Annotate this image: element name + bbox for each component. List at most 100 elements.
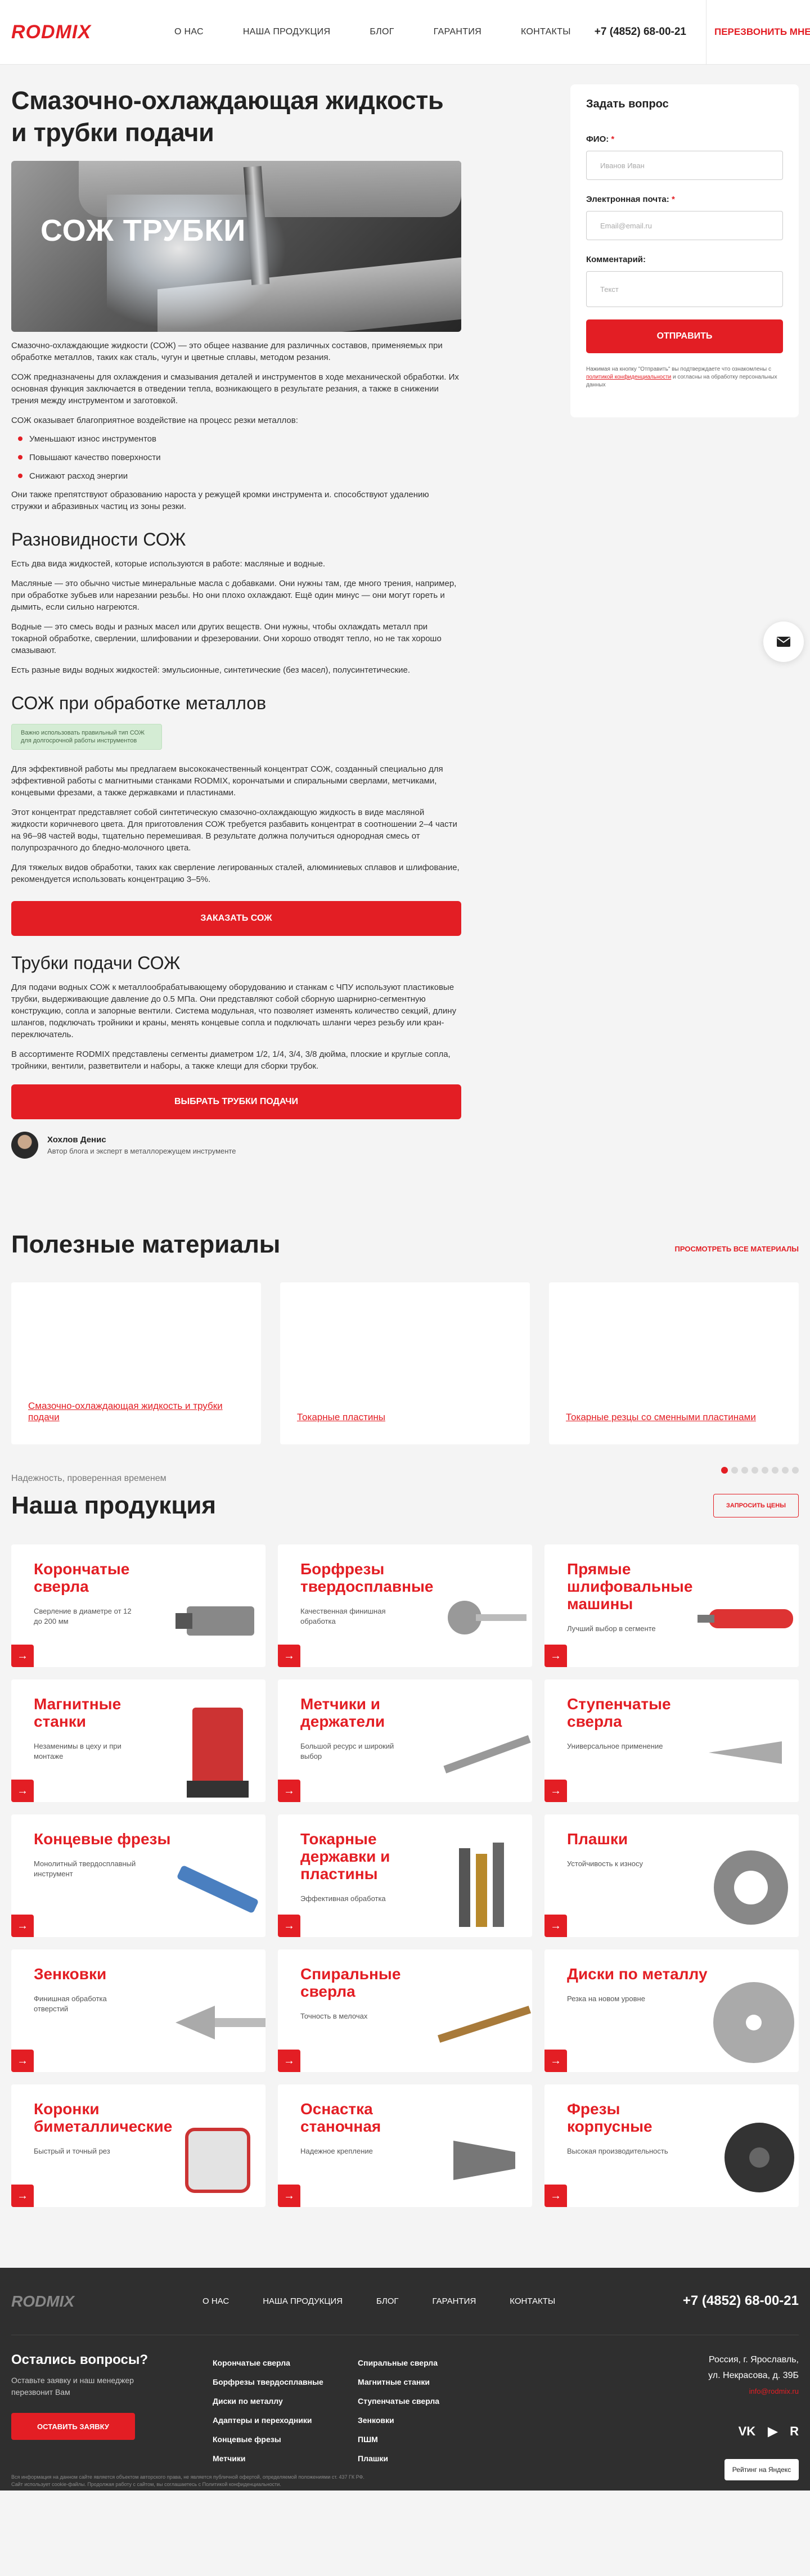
arrow-right-icon[interactable]: → xyxy=(544,2050,567,2072)
email-field[interactable]: Email@email.ru xyxy=(586,211,783,240)
product-card[interactable]: Метчики и держатели Большой ресурс и широ… xyxy=(278,1679,532,1802)
footer-link[interactable]: Диски по металлу xyxy=(213,2392,323,2411)
vk-icon[interactable]: VK xyxy=(739,2424,756,2439)
header-phone[interactable]: +7 (4852) 68-00-21 xyxy=(595,26,686,38)
product-card[interactable]: Диски по металлу Резка на новом уровне → xyxy=(544,1949,799,2072)
hero-image: СОЖ ТРУБКИ xyxy=(11,161,461,332)
arrow-right-icon[interactable]: → xyxy=(278,2050,300,2072)
name-field[interactable]: Иванов Иван xyxy=(586,151,783,180)
turning-holder-icon xyxy=(459,1843,504,1927)
product-title: Зенковки xyxy=(34,1965,107,1983)
slider-dot[interactable] xyxy=(792,1467,799,1474)
product-card[interactable]: Зенковки Финишная обработка отверстий → xyxy=(11,1949,266,2072)
footer-link[interactable]: Магнитные станки xyxy=(358,2372,439,2392)
product-card[interactable]: Токарные державки и пластины Эффективная … xyxy=(278,1814,532,1937)
footer-logo[interactable]: RODMIX xyxy=(11,2293,202,2311)
footer-phone[interactable]: +7 (4852) 68-00-21 xyxy=(683,2293,799,2309)
mail-fab[interactable] xyxy=(763,622,804,662)
product-card[interactable]: Плашки Устойчивость к износу → xyxy=(544,1814,799,1937)
kinds-p2: Масляные — это обычно чистые минеральные… xyxy=(11,579,457,612)
footer-link[interactable]: Зенковки xyxy=(358,2411,439,2430)
order-coolant-button[interactable]: ЗАКАЗАТЬ СОЖ xyxy=(11,901,461,936)
footer-link[interactable]: Адаптеры и переходники xyxy=(213,2411,323,2430)
privacy-link[interactable]: политикой конфиденциальности xyxy=(586,374,671,380)
nav-products[interactable]: НАША ПРОДУКЦИЯ xyxy=(243,27,331,37)
arrow-right-icon[interactable]: → xyxy=(544,1645,567,1667)
material-card[interactable]: Смазочно-охлаждающая жидкость и трубки п… xyxy=(11,1282,261,1444)
nav-about[interactable]: О НАС xyxy=(174,27,204,37)
product-card[interactable]: Прямые шлифовальные машины Лучший выбор в… xyxy=(544,1544,799,1667)
arrow-right-icon[interactable]: → xyxy=(11,1645,34,1667)
arrow-right-icon[interactable]: → xyxy=(278,1645,300,1667)
product-card[interactable]: Оснастка станочная Надежное крепление → xyxy=(278,2084,532,2207)
arrow-right-icon[interactable]: → xyxy=(278,1780,300,1802)
slider-dot[interactable] xyxy=(731,1467,738,1474)
arrow-right-icon[interactable]: → xyxy=(11,1915,34,1937)
all-materials-link[interactable]: ПРОСМОТРЕТЬ ВСЕ МАТЕРИАЛЫ xyxy=(675,1245,799,1253)
product-desc: Надежное крепление xyxy=(300,2147,373,2155)
request-prices-button[interactable]: ЗАПРОСИТЬ ЦЕНЫ xyxy=(713,1494,799,1517)
rodmix-logo[interactable]: RODMIX xyxy=(11,15,118,49)
nav-blog[interactable]: БЛОГ xyxy=(370,27,394,37)
footer-socials: VK ▶ R xyxy=(739,2424,799,2439)
product-title: Ступенчатые сверла xyxy=(567,1695,671,1730)
send-button[interactable]: ОТПРАВИТЬ xyxy=(586,319,783,353)
footer-link[interactable]: Метчики xyxy=(213,2449,323,2468)
arrow-right-icon[interactable]: → xyxy=(278,1915,300,1937)
leave-request-button[interactable]: ОСТАВИТЬ ЗАЯВКУ xyxy=(11,2413,135,2440)
arrow-right-icon[interactable]: → xyxy=(544,1780,567,1802)
nav-warranty[interactable]: ГАРАНТИЯ xyxy=(434,27,482,37)
twist-drill-icon xyxy=(437,2006,532,2043)
annular-cutter-icon xyxy=(176,1606,254,1636)
youtube-icon[interactable]: ▶ xyxy=(768,2424,777,2439)
footer-link[interactable]: Спиральные сверла xyxy=(358,2353,439,2372)
yandex-rating-badge[interactable]: Рейтинг на Яндекс xyxy=(724,2459,799,2480)
comment-field[interactable]: Текст xyxy=(586,271,783,307)
tubes-heading: Трубки подачи СОЖ xyxy=(11,953,181,973)
material-card[interactable]: Токарные резцы со сменными пластинами xyxy=(549,1282,799,1444)
footer-link[interactable]: Концевые фрезы xyxy=(213,2430,323,2449)
slider-dot[interactable] xyxy=(752,1467,758,1474)
footer-link[interactable]: ПШМ xyxy=(358,2430,439,2449)
footer-catalog-col1: Корончатые сверла Борфрезы твердосплавны… xyxy=(213,2353,323,2468)
product-card[interactable]: Спиральные сверла Точность в мелочах → xyxy=(278,1949,532,2072)
slider-dot[interactable] xyxy=(721,1467,728,1474)
product-card[interactable]: Ступенчатые сверла Универсальное применен… xyxy=(544,1679,799,1802)
footer-link[interactable]: Борфрезы твердосплавные xyxy=(213,2372,323,2392)
arrow-right-icon[interactable]: → xyxy=(11,2185,34,2207)
arrow-right-icon[interactable]: → xyxy=(11,1780,34,1802)
end-mill-icon xyxy=(177,1866,258,1913)
nav-contacts[interactable]: КОНТАКТЫ xyxy=(521,27,571,37)
rutube-icon[interactable]: R xyxy=(790,2424,799,2439)
callback-button[interactable]: ПЕРЕЗВОНИТЬ МНЕ xyxy=(706,0,810,64)
footer-nav-contacts[interactable]: КОНТАКТЫ xyxy=(510,2296,555,2306)
arrow-right-icon[interactable]: → xyxy=(278,2185,300,2207)
footer-link[interactable]: Плашки xyxy=(358,2449,439,2468)
footer-nav-warranty[interactable]: ГАРАНТИЯ xyxy=(433,2296,476,2306)
arrow-right-icon[interactable]: → xyxy=(544,1915,567,1937)
slider-dot[interactable] xyxy=(782,1467,789,1474)
slider-dot[interactable] xyxy=(772,1467,778,1474)
slider-dot[interactable] xyxy=(762,1467,768,1474)
footer-nav-about[interactable]: О НАС xyxy=(202,2296,229,2306)
material-card[interactable]: Токарные пластины xyxy=(280,1282,530,1444)
footer-link[interactable]: Корончатые сверла xyxy=(213,2353,323,2372)
product-card[interactable]: Магнитные станки Незаменимы в цеху и при … xyxy=(11,1679,266,1802)
slider-dot[interactable] xyxy=(741,1467,748,1474)
arrow-right-icon[interactable]: → xyxy=(11,2050,34,2072)
product-card[interactable]: Борфрезы твердосплавные Качественная фини… xyxy=(278,1544,532,1667)
product-card[interactable]: Фрезы корпусные Высокая производительност… xyxy=(544,2084,799,2207)
footer-nav-blog[interactable]: БЛОГ xyxy=(376,2296,398,2306)
product-card[interactable]: Коронки биметаллические Быстрый и точный … xyxy=(11,2084,266,2207)
kinds-p4: Есть разные виды водных жидкостей: эмуль… xyxy=(11,665,411,675)
footer-link[interactable]: Ступенчатые сверла xyxy=(358,2392,439,2411)
comment-label: Комментарий: xyxy=(586,255,646,264)
product-card[interactable]: Корончатые сверла Сверление в диаметре от… xyxy=(11,1544,266,1667)
choose-tubes-button[interactable]: ВЫБРАТЬ ТРУБКИ ПОДАЧИ xyxy=(11,1084,461,1119)
main-nav: О НАС НАША ПРОДУКЦИЯ БЛОГ ГАРАНТИЯ КОНТА… xyxy=(174,27,610,37)
footer-email[interactable]: info@rodmix.ru xyxy=(708,2384,799,2399)
tool-holder-icon xyxy=(453,2141,515,2180)
footer-nav-products[interactable]: НАША ПРОДУКЦИЯ xyxy=(263,2296,343,2306)
arrow-right-icon[interactable]: → xyxy=(544,2185,567,2207)
product-card[interactable]: Концевые фрезы Монолитный твердосплавный … xyxy=(11,1814,266,1937)
